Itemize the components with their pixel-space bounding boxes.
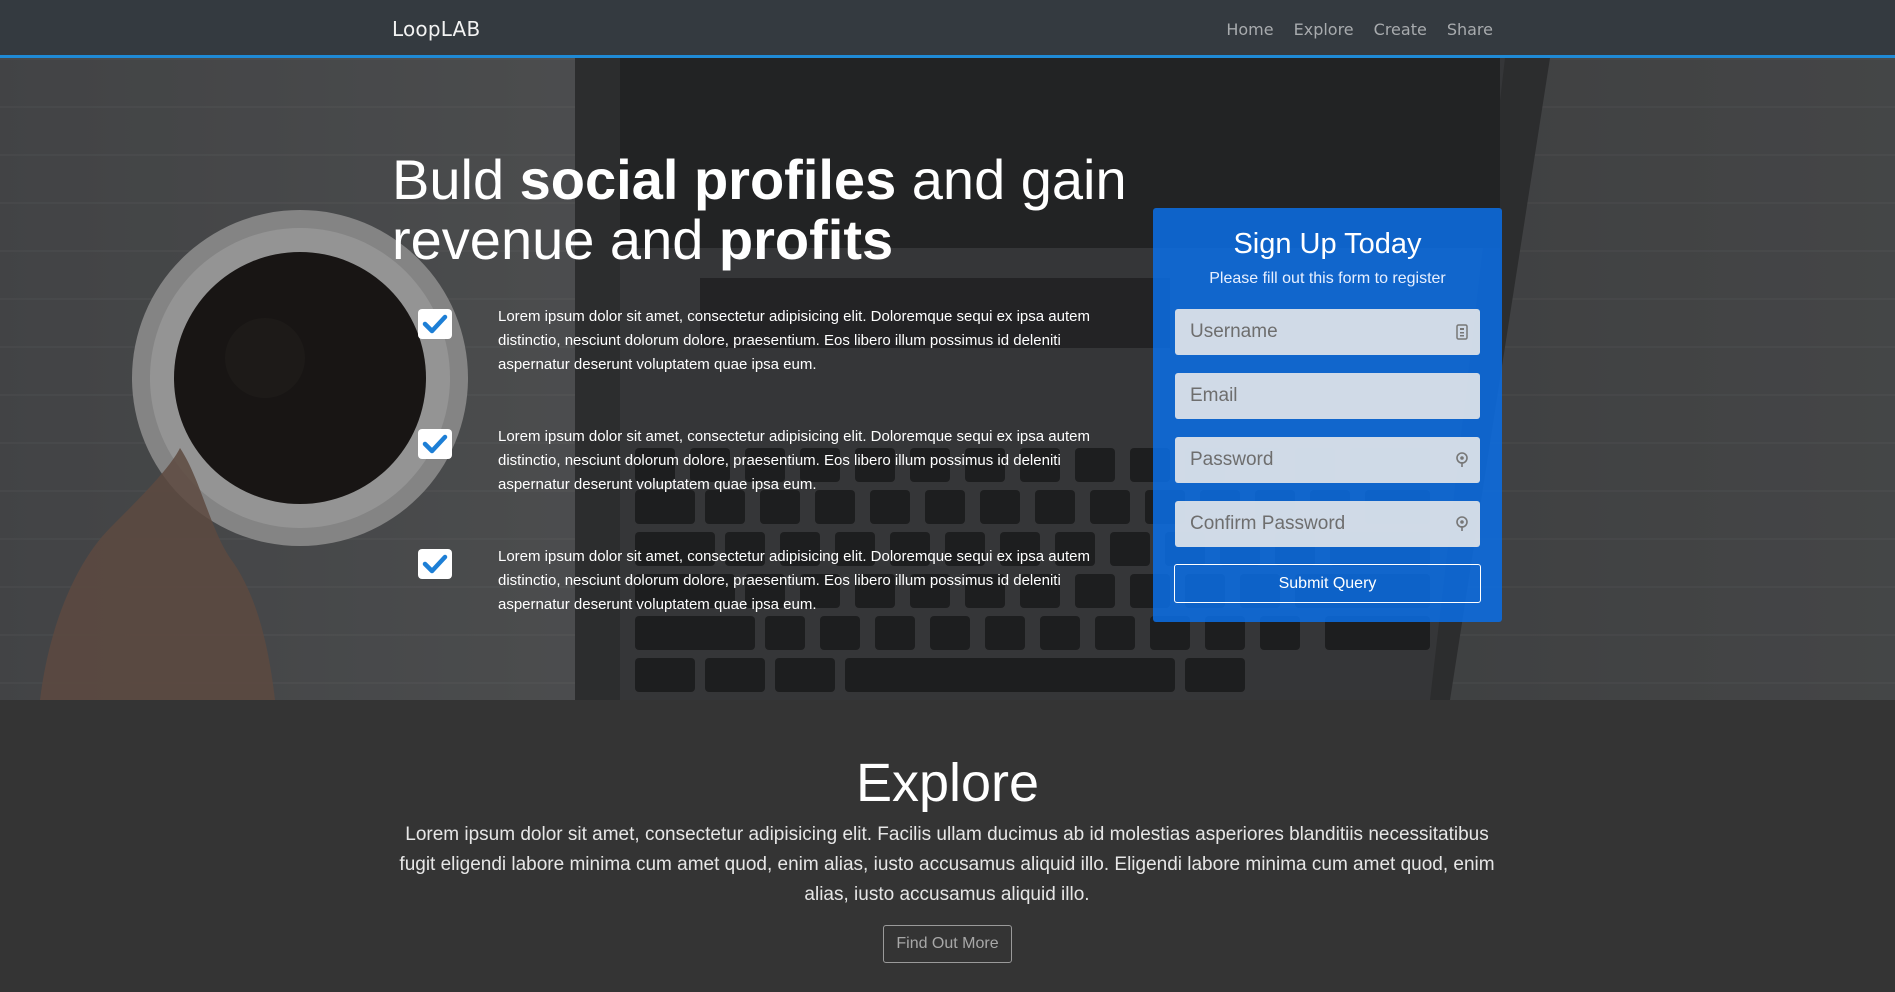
confirm-password-field-wrapper [1175, 501, 1480, 547]
feature-text: Lorem ipsum dolor sit amet, consectetur … [498, 308, 1090, 373]
email-input[interactable] [1175, 373, 1480, 419]
key-icon [1456, 516, 1468, 531]
signup-form: Sign Up Today Please fill out this form … [1153, 208, 1502, 622]
check-icon [418, 429, 452, 459]
brand-logo[interactable]: LoopLAB [392, 17, 480, 41]
check-icon [418, 309, 452, 339]
password-field-wrapper [1175, 437, 1480, 483]
nav-link-home[interactable]: Home [1226, 20, 1273, 39]
password-input[interactable] [1175, 437, 1480, 483]
nav-links: Home Explore Create Share [1226, 20, 1493, 39]
navbar: LoopLAB Home Explore Create Share [0, 0, 1895, 58]
submit-button[interactable]: Submit Query [1174, 564, 1481, 603]
find-out-more-button[interactable]: Find Out More [883, 925, 1012, 963]
feature-text: Lorem ipsum dolor sit amet, consectetur … [498, 548, 1090, 613]
check-icon [418, 549, 452, 579]
explore-text: Lorem ipsum dolor sit amet, consectetur … [399, 824, 1495, 905]
hero-title: Buld social profiles and gain revenue an… [392, 148, 1127, 271]
key-icon [1456, 452, 1468, 467]
signup-subtitle: Please fill out this form to register [1209, 270, 1446, 287]
explore-title: Explore [855, 753, 1040, 813]
signup-title: Sign Up Today [1233, 228, 1422, 260]
explore-section: Explore Lorem ipsum dolor sit amet, cons… [0, 700, 1895, 992]
feature-text: Lorem ipsum dolor sit amet, consectetur … [498, 428, 1090, 493]
confirm-password-input[interactable] [1175, 501, 1480, 547]
email-field-wrapper [1175, 373, 1480, 419]
username-field-wrapper [1175, 309, 1480, 355]
hero-section: Buld social profiles and gain revenue an… [0, 58, 1895, 700]
nav-link-share[interactable]: Share [1447, 20, 1493, 39]
username-input[interactable] [1175, 309, 1480, 355]
id-card-icon [1456, 324, 1468, 340]
nav-link-create[interactable]: Create [1374, 20, 1427, 39]
nav-link-explore[interactable]: Explore [1294, 20, 1354, 39]
